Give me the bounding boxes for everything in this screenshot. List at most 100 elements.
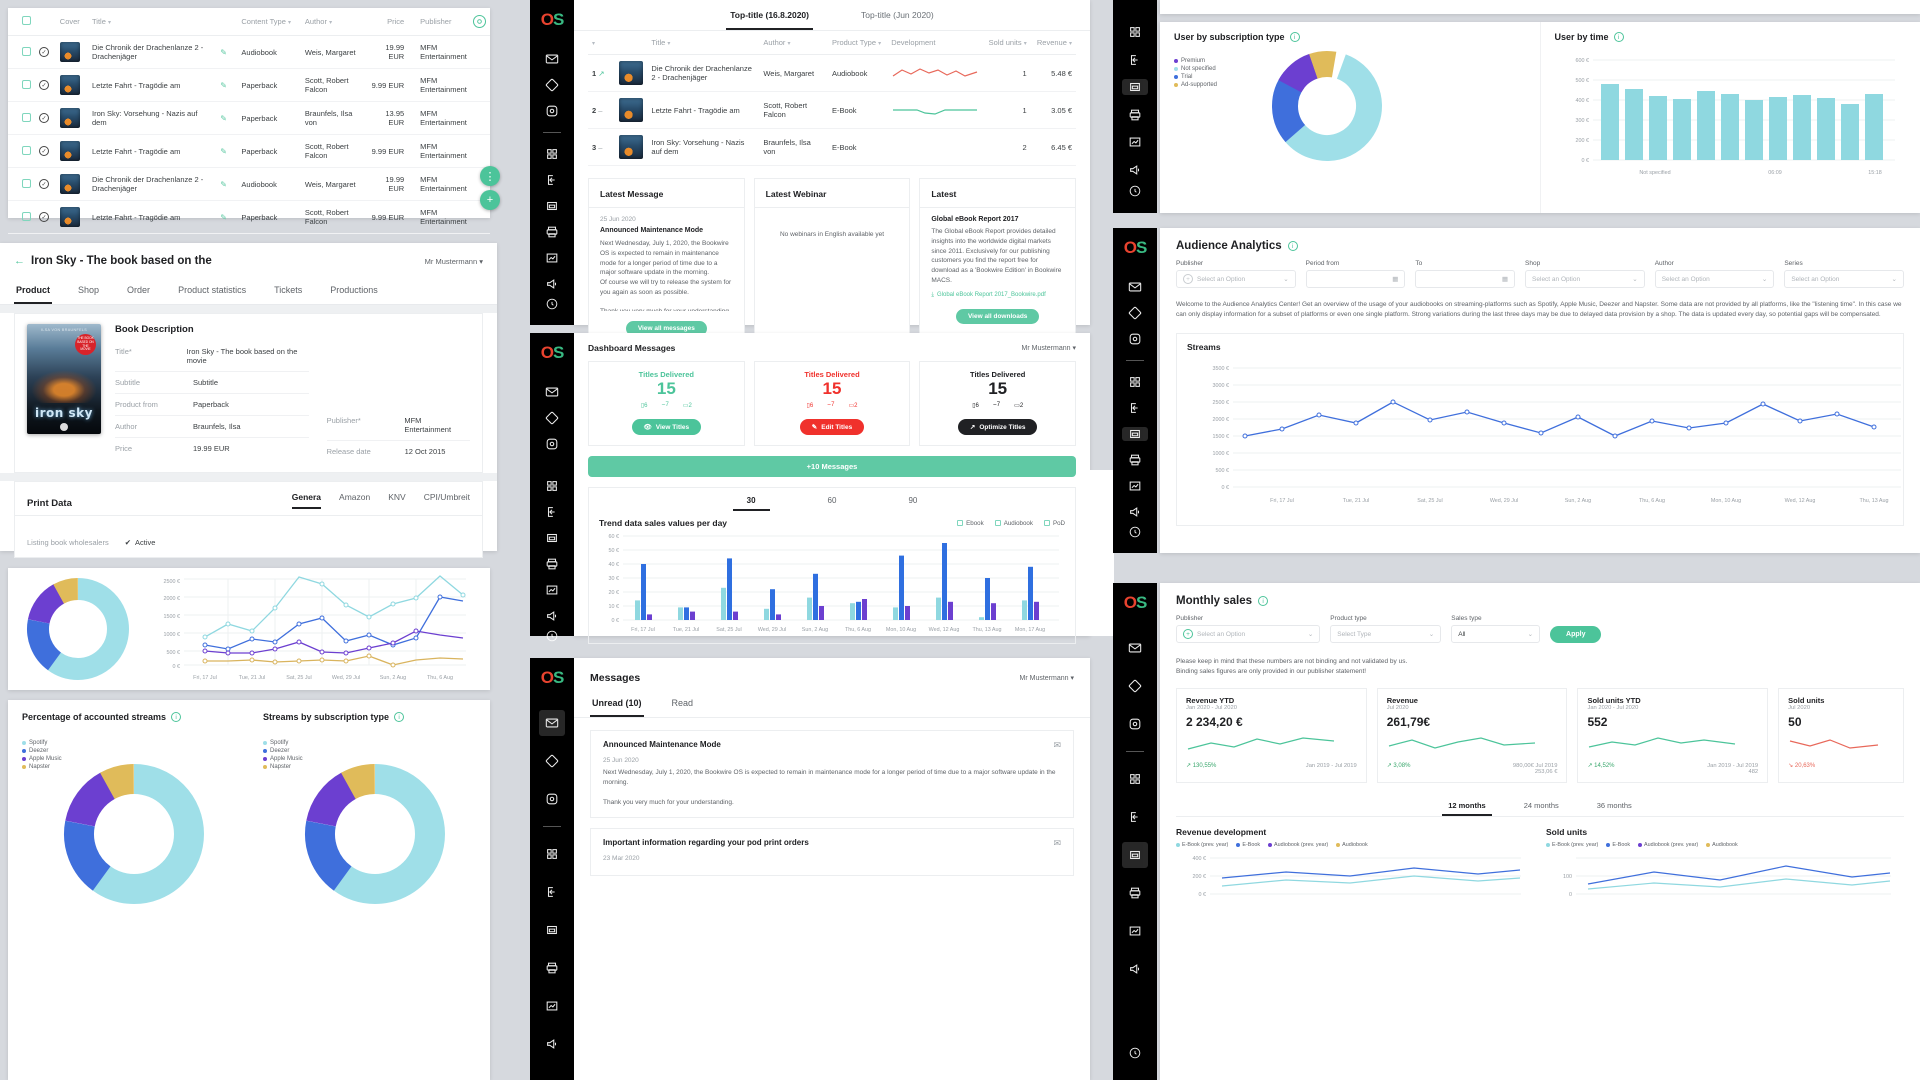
author-header[interactable]: Author ▾ bbox=[759, 31, 828, 55]
row-title-cell[interactable]: Letzte Fahrt - Tragödie am bbox=[87, 68, 217, 102]
gear-icon[interactable] bbox=[539, 104, 565, 118]
grid-icon[interactable] bbox=[539, 841, 565, 867]
pencil-icon[interactable]: ✎ bbox=[220, 147, 227, 156]
logo[interactable]: OS bbox=[541, 10, 565, 30]
message-item[interactable]: Announced Maintenance Mode ✉ 25 Jun 2020… bbox=[590, 730, 1074, 819]
logo[interactable]: OS bbox=[541, 668, 565, 688]
chevron-down-icon[interactable]: ⌄ bbox=[1892, 275, 1897, 283]
subtab-genera[interactable]: Genera bbox=[291, 492, 322, 509]
range-tab-24-months[interactable]: 24 months bbox=[1518, 797, 1565, 816]
pencil-icon[interactable]: ✎ bbox=[220, 48, 227, 57]
row-edit-cell[interactable]: ✎ bbox=[216, 200, 238, 234]
window-icon[interactable] bbox=[1122, 842, 1148, 868]
range-tab-60[interactable]: 60 bbox=[814, 492, 851, 511]
logout-icon[interactable] bbox=[539, 173, 565, 187]
gear-icon[interactable] bbox=[539, 786, 565, 812]
logout-icon[interactable] bbox=[1122, 804, 1148, 830]
tag-icon[interactable] bbox=[1122, 673, 1148, 699]
tab-tickets[interactable]: Tickets bbox=[272, 277, 304, 304]
chart-icon[interactable] bbox=[1122, 918, 1148, 944]
subtab-cpi-umbreit[interactable]: CPI/Umbreit bbox=[424, 492, 470, 509]
tab-top-title-daily[interactable]: Top-title (16.8.2020) bbox=[726, 0, 813, 30]
calendar-icon[interactable]: ▦ bbox=[1502, 275, 1508, 283]
message-item[interactable]: Important information regarding your pod… bbox=[590, 828, 1074, 877]
help-icon[interactable] bbox=[1122, 525, 1148, 539]
row-checkbox-cell[interactable] bbox=[8, 134, 35, 168]
period-to-date[interactable]: ▦ bbox=[1415, 270, 1516, 288]
megaphone-icon[interactable] bbox=[1122, 956, 1148, 982]
table-row[interactable]: 1 ↗ Die Chronik der Drachenlanze 2 - Dra… bbox=[588, 54, 1076, 92]
sort-icon[interactable]: ▾ bbox=[329, 20, 332, 26]
gear-icon[interactable] bbox=[1122, 711, 1148, 737]
megaphone-icon[interactable] bbox=[539, 277, 565, 291]
info-icon[interactable]: i bbox=[171, 712, 182, 722]
row-edit-cell[interactable]: ✎ bbox=[216, 167, 238, 201]
printer-icon[interactable] bbox=[539, 225, 565, 239]
title-cell[interactable]: Die Chronik der Drachenlanze 2 - Drachen… bbox=[647, 54, 760, 92]
view-titles-button[interactable]: 👁 View Titles bbox=[631, 419, 702, 436]
user-menu[interactable]: Mr Mustermann ▾ bbox=[1020, 674, 1074, 682]
mail-icon[interactable] bbox=[539, 710, 565, 736]
tag-icon[interactable] bbox=[1122, 306, 1148, 320]
tag-icon[interactable] bbox=[539, 411, 565, 425]
window-icon[interactable] bbox=[539, 917, 565, 943]
megaphone-icon[interactable] bbox=[539, 609, 565, 623]
info-icon[interactable]: i bbox=[1258, 596, 1269, 606]
row-checkbox-cell[interactable] bbox=[8, 200, 35, 234]
chart-icon[interactable] bbox=[1122, 479, 1148, 493]
grid-icon[interactable] bbox=[1122, 24, 1148, 40]
subtab-knv[interactable]: KNV bbox=[388, 492, 405, 509]
info-icon[interactable]: i bbox=[1287, 241, 1298, 251]
legend-checkbox-audiobook[interactable] bbox=[994, 520, 1001, 527]
back-arrow-icon[interactable]: ← bbox=[14, 255, 25, 267]
row-checkbox[interactable] bbox=[22, 145, 31, 155]
tag-icon[interactable] bbox=[539, 748, 565, 774]
chevron-down-icon[interactable]: ⌄ bbox=[1528, 630, 1533, 638]
title-cell[interactable]: Letzte Fahrt - Tragödie am bbox=[647, 91, 760, 129]
logout-icon[interactable] bbox=[1122, 52, 1148, 68]
printer-icon[interactable] bbox=[1122, 880, 1148, 906]
title-header[interactable]: Title ▾ bbox=[647, 31, 760, 55]
chart-icon[interactable] bbox=[1122, 134, 1148, 150]
add-fab[interactable]: + bbox=[480, 190, 500, 210]
megaphone-icon[interactable] bbox=[1122, 162, 1148, 178]
target-icon[interactable] bbox=[473, 15, 486, 28]
mail-icon[interactable] bbox=[1122, 635, 1148, 661]
row-checkbox-cell[interactable] bbox=[8, 68, 35, 102]
publisher-select[interactable]: + Select an Option ⌄ bbox=[1176, 270, 1296, 288]
table-row[interactable]: 3 – Iron Sky: Vorsehung - Nazis auf dem … bbox=[588, 128, 1076, 166]
tab-top-title-monthly[interactable]: Top-title (Jun 2020) bbox=[857, 0, 938, 30]
author-header[interactable]: Author ▾ bbox=[300, 8, 364, 36]
user-menu[interactable]: Mr Mustermann ▾ bbox=[425, 257, 483, 266]
range-tab-90[interactable]: 90 bbox=[894, 492, 931, 511]
window-icon[interactable] bbox=[539, 531, 565, 545]
tab-product-statistics[interactable]: Product statistics bbox=[176, 277, 248, 304]
megaphone-icon[interactable] bbox=[1122, 505, 1148, 519]
tab-order[interactable]: Order bbox=[125, 277, 152, 304]
user-menu[interactable]: Mr Mustermann ▾ bbox=[1022, 344, 1076, 352]
row-checkbox-cell[interactable] bbox=[8, 167, 35, 201]
grid-icon[interactable] bbox=[1122, 766, 1148, 792]
chart-icon[interactable] bbox=[539, 583, 565, 597]
gear-icon[interactable] bbox=[539, 437, 565, 451]
logout-icon[interactable] bbox=[539, 879, 565, 905]
tab-productions[interactable]: Productions bbox=[328, 277, 380, 304]
chart-icon[interactable] bbox=[539, 993, 565, 1019]
megaphone-icon[interactable] bbox=[539, 1031, 565, 1057]
info-icon[interactable]: i bbox=[394, 712, 405, 722]
grid-icon[interactable] bbox=[539, 147, 565, 161]
shop-select[interactable]: Select an Option ⌄ bbox=[1525, 270, 1645, 288]
revenue-header[interactable]: Revenue ▾ bbox=[1030, 31, 1076, 55]
row-checkbox-cell[interactable] bbox=[8, 35, 35, 69]
table-row[interactable]: ✓ Letzte Fahrt - Tragödie am ✎ Paperback… bbox=[8, 200, 490, 234]
row-title-cell[interactable]: Letzte Fahrt - Tragödie am bbox=[87, 200, 217, 234]
printer-icon[interactable] bbox=[539, 557, 565, 571]
range-tab-30[interactable]: 30 bbox=[732, 492, 770, 512]
pencil-icon[interactable]: ✎ bbox=[220, 114, 227, 123]
range-tab-12-months[interactable]: 12 months bbox=[1442, 797, 1492, 816]
row-checkbox[interactable] bbox=[22, 46, 31, 56]
period-from-date[interactable]: ▦ bbox=[1305, 270, 1406, 288]
select-all-checkbox[interactable] bbox=[22, 16, 31, 25]
help-icon[interactable] bbox=[539, 629, 565, 643]
tag-icon[interactable] bbox=[539, 78, 565, 92]
